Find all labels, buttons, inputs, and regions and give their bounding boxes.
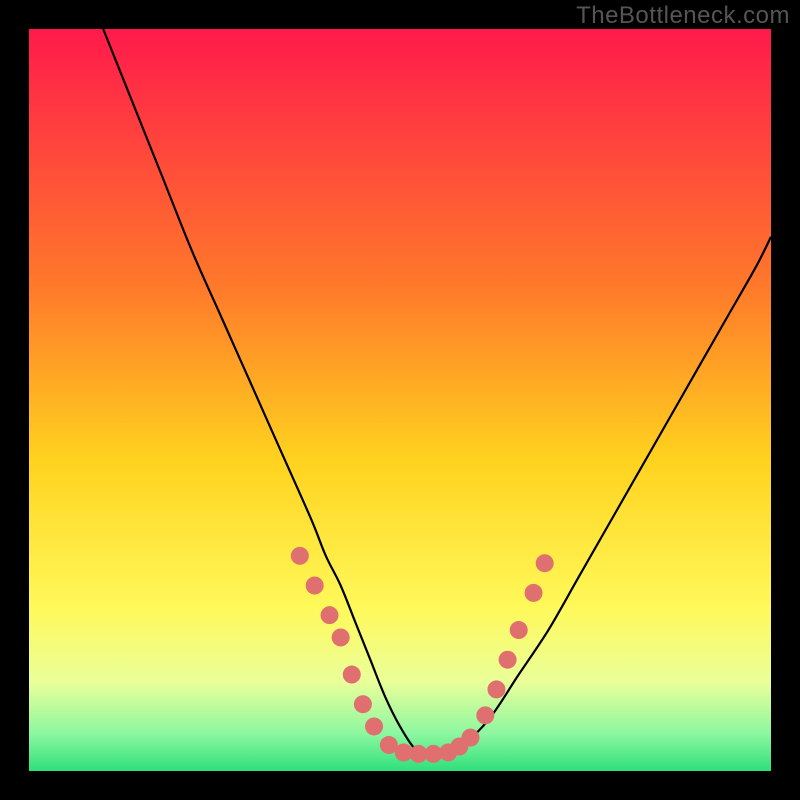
highlight-point <box>499 651 517 669</box>
highlight-point <box>487 680 505 698</box>
highlight-point <box>291 547 309 565</box>
highlight-point <box>354 695 372 713</box>
highlight-point <box>343 666 361 684</box>
highlight-point <box>525 584 543 602</box>
highlight-point <box>365 717 383 735</box>
highlight-point <box>461 729 479 747</box>
highlight-point <box>510 621 528 639</box>
highlight-point <box>306 577 324 595</box>
highlight-point <box>332 628 350 646</box>
chart-frame: TheBottleneck.com <box>0 0 800 800</box>
plot-area <box>29 29 771 771</box>
highlight-point <box>536 554 554 572</box>
highlight-point <box>476 706 494 724</box>
chart-svg <box>29 29 771 771</box>
gradient-background <box>29 29 771 771</box>
watermark-text: TheBottleneck.com <box>576 2 790 30</box>
highlight-point <box>321 606 339 624</box>
